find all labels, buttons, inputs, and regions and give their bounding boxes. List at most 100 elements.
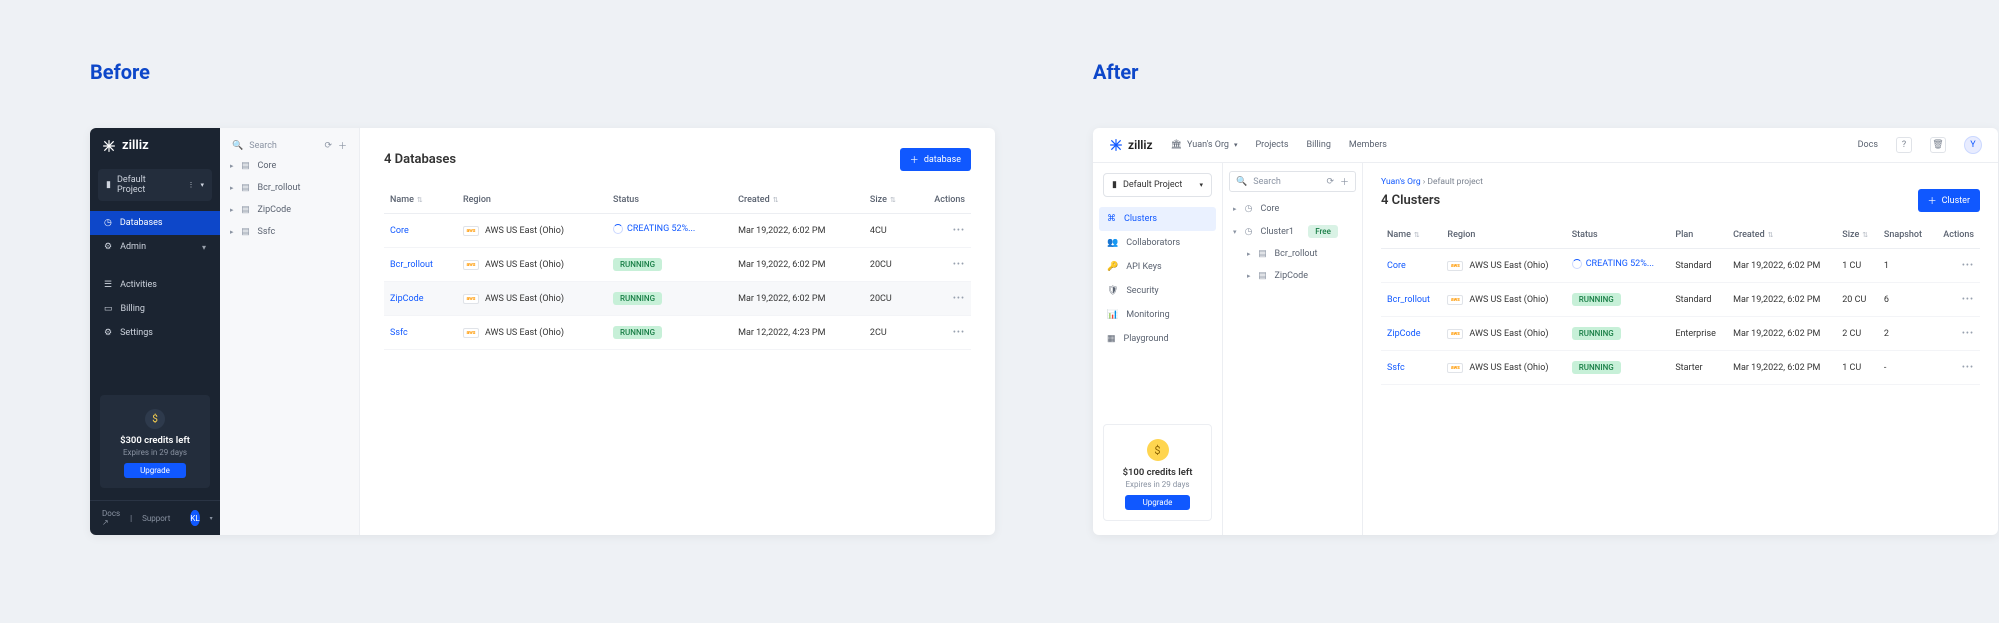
col-actions: Actions [1933,222,1980,249]
col-name[interactable]: Name⇅ [384,187,457,214]
row-actions[interactable]: ••• [1962,329,1974,339]
row-snapshot: 2 [1878,317,1933,351]
col-name[interactable]: Name⇅ [1381,222,1441,249]
row-name[interactable]: Ssfc [1387,363,1405,373]
trash-icon[interactable]: 🗑 [1930,137,1946,153]
crumb-org[interactable]: Yuan's Org [1381,177,1421,187]
upgrade-button[interactable]: Upgrade [1125,495,1191,510]
tree-item[interactable]: ▸▤Ssfc [226,221,353,243]
col-size[interactable]: Size⇅ [864,187,914,214]
search-input[interactable]: 🔍 Search ⟳ ＋ [1229,171,1356,192]
table-row[interactable]: Bcr_rollout awsAWS US East (Ohio) RUNNIN… [1381,283,1980,317]
refresh-icon[interactable]: ⟳ [324,141,332,151]
table-row[interactable]: Ssfc awsAWS US East (Ohio) RUNNING Mar 1… [384,316,971,350]
nav-apikeys[interactable]: 🔑API Keys [1093,255,1222,279]
project-selector[interactable]: ▮ Default Project ▾ [1103,173,1212,197]
region-cell: awsAWS US East (Ohio) [463,260,564,270]
nav-playground[interactable]: ▦Playground [1093,327,1222,351]
row-name[interactable]: ZipCode [1387,329,1420,339]
topnav-billing[interactable]: Billing [1306,140,1330,150]
caret-icon: ▸ [230,228,234,236]
row-actions[interactable]: ••• [953,226,965,236]
col-created[interactable]: Created⇅ [732,187,864,214]
nav-settings[interactable]: ⚙ Settings [90,321,220,345]
tree-item[interactable]: ▸▤Bcr_rollout [226,177,353,199]
row-name[interactable]: ZipCode [390,294,423,304]
tree-item[interactable]: ▸▤Bcr_rollout [1229,243,1356,265]
aws-icon: aws [463,260,479,270]
col-size[interactable]: Size⇅ [1836,222,1878,249]
nav-billing[interactable]: ▭ Billing [90,297,220,321]
support-link[interactable]: Support [142,514,170,523]
table-row[interactable]: Ssfc awsAWS US East (Ohio) RUNNING Start… [1381,351,1980,385]
status-running: RUNNING [1572,327,1621,340]
logo: zilliz [1109,138,1153,152]
tree-item[interactable]: ▸▤ZipCode [226,199,353,221]
topnav-projects[interactable]: Projects [1255,140,1288,150]
add-cluster-button[interactable]: ＋Cluster [1918,189,1980,212]
row-actions[interactable]: ••• [953,260,965,270]
row-actions[interactable]: ••• [953,328,965,338]
row-name[interactable]: Bcr_rollout [1387,295,1430,305]
docs-link[interactable]: Docs ↗ [102,509,120,527]
after-label: After [1093,60,1139,84]
search-input[interactable]: 🔍 Search ⟳ ＋ [226,136,353,155]
region-cell: awsAWS US East (Ohio) [1447,295,1548,305]
row-name[interactable]: Core [390,226,409,236]
clusters-table: Name⇅ Region Status Plan Created⇅ Size⇅ … [1381,222,1980,385]
plus-icon: ＋ [1928,194,1937,207]
col-region: Region [1441,222,1565,249]
tree-item[interactable]: ▸▤ZipCode [1229,265,1356,287]
search-icon: 🔍 [1236,177,1247,187]
project-selector[interactable]: ▮ Default Project ⋮ ▾ [98,169,212,201]
crumb-project: Default project [1427,177,1483,187]
nav-collaborators[interactable]: 👥Collaborators [1093,231,1222,255]
refresh-icon[interactable]: ⟳ [1326,177,1334,187]
table-row[interactable]: ZipCode awsAWS US East (Ohio) RUNNING En… [1381,317,1980,351]
table-row[interactable]: Core awsAWS US East (Ohio) CREATING 52%.… [384,214,971,248]
key-icon: 🔑 [1107,262,1118,272]
tree-item[interactable]: ▸▤Core [226,155,353,177]
nav-monitoring[interactable]: 📊Monitoring [1093,303,1222,327]
database-icon: ◷ [1243,226,1255,238]
avatar[interactable]: Y [1964,136,1982,154]
nav-security[interactable]: 🛡Security [1093,279,1222,303]
add-icon[interactable]: ＋ [338,139,347,152]
help-icon[interactable]: ? [1896,137,1912,153]
folder-icon: ▮ [106,180,111,190]
row-actions[interactable]: ••• [1962,363,1974,373]
database-icon: ▤ [1257,270,1269,282]
avatar[interactable]: KL [190,510,199,526]
row-name[interactable]: Bcr_rollout [390,260,433,270]
nav-activities[interactable]: ☰ Activities [90,273,220,297]
row-name[interactable]: Core [1387,261,1406,271]
add-database-button[interactable]: ＋database [900,148,971,171]
table-row[interactable]: Core awsAWS US East (Ohio) CREATING 52%.… [1381,249,1980,283]
page-title: 4 Databases [384,152,456,167]
table-row[interactable]: ZipCode awsAWS US East (Ohio) RUNNING Ma… [384,282,971,316]
row-actions[interactable]: ••• [1962,295,1974,305]
nav-databases[interactable]: ◷ Databases [90,211,220,235]
col-actions: Actions [914,187,971,214]
row-actions[interactable]: ••• [1962,261,1974,271]
caret-icon: ▸ [230,206,234,214]
breadcrumb: Yuan's Org › Default project [1381,177,1980,187]
caret-icon: ▸ [230,162,234,170]
add-icon[interactable]: ＋ [1340,175,1349,188]
docs-link[interactable]: Docs [1858,140,1878,150]
tree-item[interactable]: ▸◷Core [1229,198,1356,220]
topnav-members[interactable]: Members [1349,140,1387,150]
row-actions[interactable]: ••• [953,294,965,304]
col-status: Status [1566,222,1670,249]
col-created[interactable]: Created⇅ [1727,222,1836,249]
tree-item[interactable]: ▾◷Cluster1 Free [1229,220,1356,243]
search-icon: 🔍 [232,141,243,151]
nav-clusters[interactable]: ⌘Clusters [1099,207,1216,231]
row-name[interactable]: Ssfc [390,328,408,338]
row-created: Mar 19,2022, 6:02 PM [1727,249,1836,283]
org-selector[interactable]: 🏛 Yuan's Org ▾ [1171,140,1238,150]
database-icon: ◷ [1243,203,1255,215]
table-row[interactable]: Bcr_rollout awsAWS US East (Ohio) RUNNIN… [384,248,971,282]
upgrade-button[interactable]: Upgrade [124,463,186,478]
nav-admin[interactable]: ⚙ Admin ▾ [90,235,220,259]
